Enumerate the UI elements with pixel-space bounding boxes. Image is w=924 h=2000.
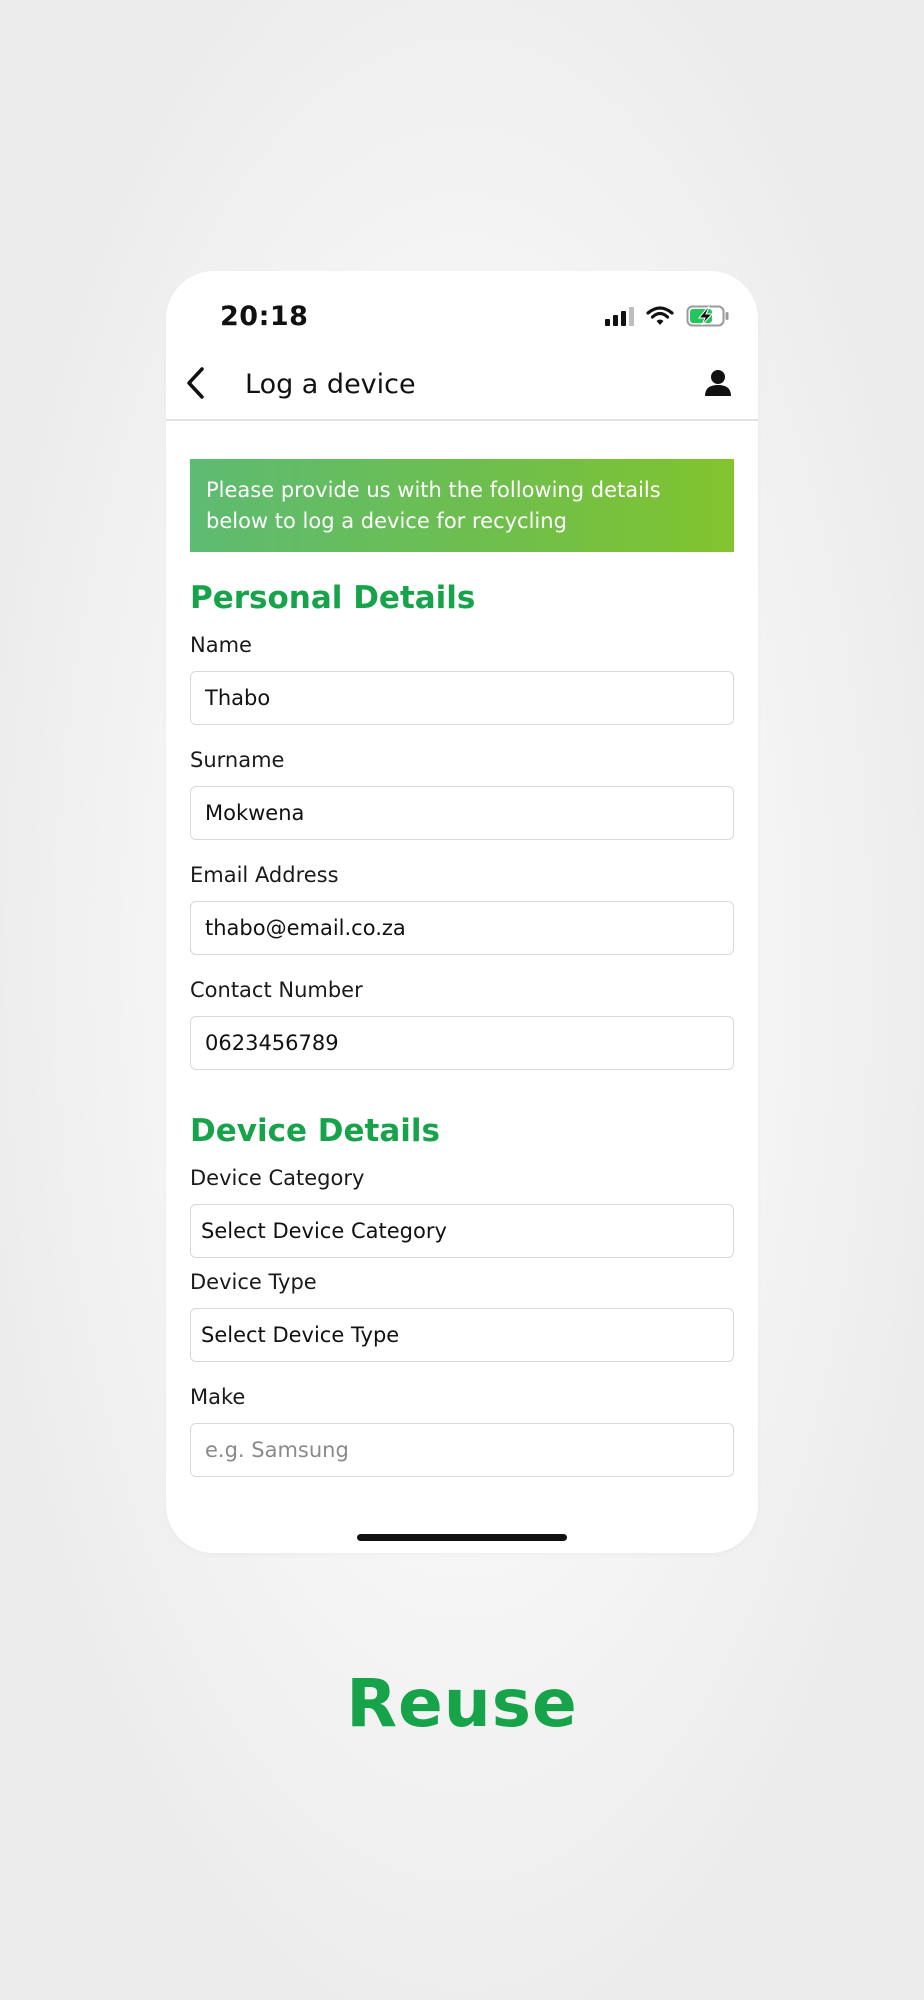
device-type-select[interactable]: Select Device Type [190,1308,734,1362]
device-type-value: Select Device Type [201,1323,400,1347]
email-field[interactable] [190,901,734,955]
surname-field[interactable] [190,786,734,840]
device-category-select[interactable]: Select Device Category [190,1204,734,1258]
email-label: Email Address [190,863,339,887]
device-type-label: Device Type [190,1270,317,1294]
page-title: Log a device [245,369,416,400]
make-label: Make [190,1385,246,1409]
personal-details-heading: Personal Details [190,580,476,616]
device-details-heading: Device Details [190,1113,440,1149]
info-banner: Please provide us with the following det… [190,459,734,552]
banner-text-line1: Please provide us with the following det… [206,478,661,502]
home-indicator[interactable] [357,1534,567,1541]
tagline-word: Reuse [346,1665,578,1742]
cellular-signal-icon [604,306,634,330]
status-icons [604,305,730,331]
status-bar: 20:18 [166,271,758,351]
contact-number-field[interactable] [190,1016,734,1070]
chevron-left-icon [185,366,207,404]
contact-number-label: Contact Number [190,978,363,1002]
battery-charging-icon [686,305,730,331]
nav-bar: Log a device [166,355,758,421]
phone-screen: 20:18 Log a device Please provide us wit… [166,271,758,1553]
device-category-label: Device Category [190,1166,365,1190]
make-field[interactable] [190,1423,734,1477]
wifi-icon [646,306,674,330]
user-icon [704,369,732,401]
banner-text-line2: below to log a device for recycling [206,509,567,533]
status-time: 20:18 [220,301,309,332]
device-category-value: Select Device Category [201,1219,447,1243]
back-button[interactable] [174,363,218,407]
name-field[interactable] [190,671,734,725]
profile-button[interactable] [698,365,738,405]
name-label: Name [190,633,252,657]
surname-label: Surname [190,748,285,772]
